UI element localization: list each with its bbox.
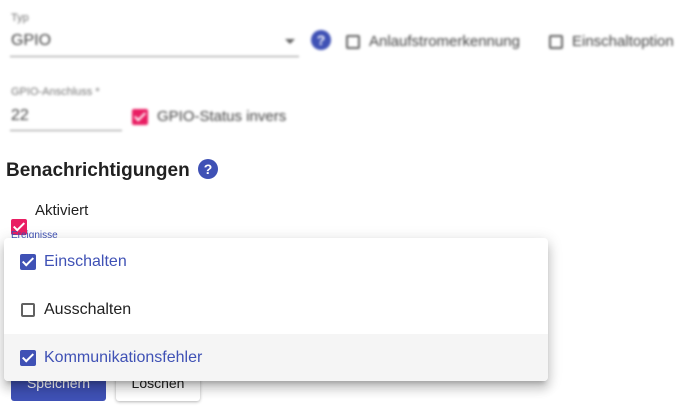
gpio-status-inverted-label: GPIO-Status invers (157, 108, 287, 125)
startup-current-detection-checkbox[interactable] (346, 35, 360, 49)
switch-on-option-label: Einschaltoption (572, 33, 674, 50)
menu-item-checkbox[interactable] (20, 254, 36, 270)
startup-current-detection-label: Anlaufstromerkennung (369, 33, 520, 50)
menu-item-einschalten[interactable]: Einschalten (4, 238, 548, 286)
type-select-underline (10, 56, 299, 57)
gpio-status-inverted-checkbox[interactable] (132, 109, 148, 125)
gpio-pin-underline (10, 130, 122, 131)
menu-item-label: Ausschalten (44, 301, 132, 318)
notifications-title: Benachrichtigungen (6, 160, 190, 181)
menu-item-label: Kommunikationsfehler (44, 349, 203, 366)
settings-form-background: Typ GPIO Anlaufstromerkennung Einschalto… (0, 0, 694, 131)
type-select-value[interactable]: GPIO (11, 32, 51, 50)
gpio-pin-label: GPIO-Anschluss * (11, 86, 100, 98)
menu-item-ausschalten[interactable]: Ausschalten (4, 286, 548, 334)
help-circle-icon[interactable] (311, 30, 331, 50)
menu-item-checkbox[interactable] (20, 350, 36, 366)
type-label: Typ (11, 12, 29, 24)
notifications-enabled-label: Aktiviert (35, 202, 89, 219)
switch-on-option-checkbox[interactable] (549, 35, 563, 49)
menu-item-label: Einschalten (44, 253, 127, 270)
menu-item-checkbox[interactable] (21, 303, 35, 317)
menu-item-kommunikationsfehler[interactable]: Kommunikationsfehler (4, 334, 548, 381)
notifications-help-icon[interactable] (198, 159, 218, 179)
gpio-pin-input[interactable]: 22 (11, 107, 29, 125)
events-dropdown-menu: Einschalten Ausschalten Kommunikationsfe… (4, 238, 548, 381)
chevron-down-icon[interactable] (285, 39, 295, 44)
